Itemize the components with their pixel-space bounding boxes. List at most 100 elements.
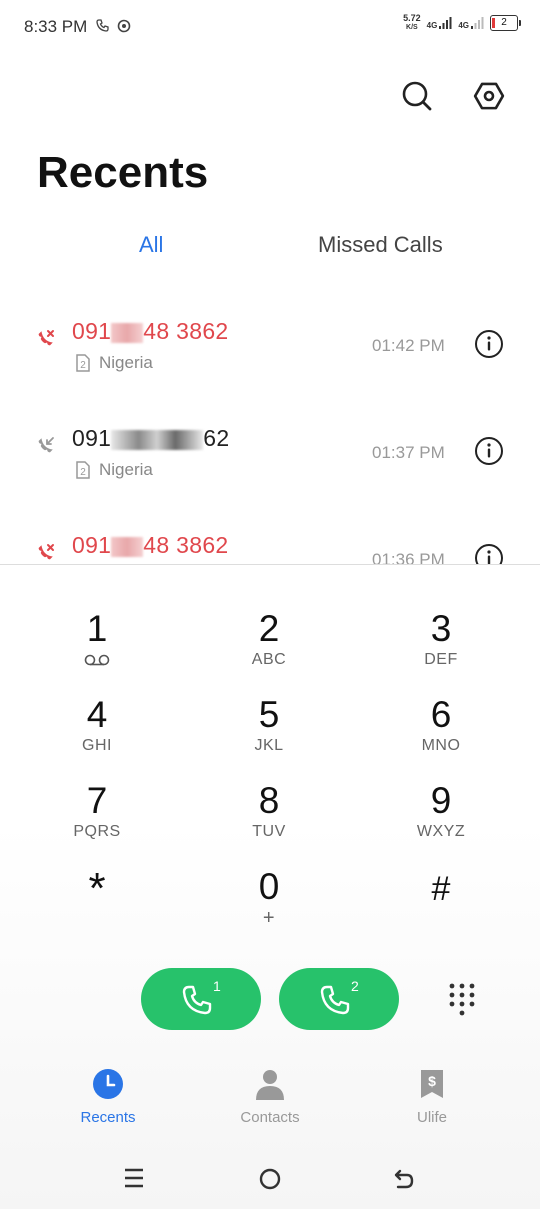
sim1-signal: 4G xyxy=(427,16,453,30)
call-number: 091 48 3862 xyxy=(72,318,229,345)
call-number-prefix: 091 xyxy=(72,532,112,558)
key-letters: PQRS xyxy=(73,823,121,840)
tab-all[interactable]: All xyxy=(139,232,163,258)
key-1[interactable]: 1 xyxy=(27,609,167,689)
net-speed-unit: K/S xyxy=(406,24,418,31)
nav-recents[interactable]: Recents xyxy=(48,1068,168,1126)
call-location: Nigeria xyxy=(99,460,153,479)
call-list-item[interactable]: 091 48 3862 01:36 PM xyxy=(0,516,540,564)
sim2-network: 4G xyxy=(458,21,469,30)
nav-label: Recents xyxy=(80,1109,136,1126)
key-digit: 9 xyxy=(430,780,452,821)
redacted-blur xyxy=(111,536,144,557)
net-speed: 5.72 K/S xyxy=(403,14,421,32)
redacted-blur xyxy=(111,322,144,343)
key-8[interactable]: 8 TUV xyxy=(199,781,339,861)
key-3[interactable]: 3 DEF xyxy=(371,609,511,689)
nav-contacts[interactable]: Contacts xyxy=(210,1068,330,1126)
key-hash[interactable]: # xyxy=(371,869,511,949)
key-letters: + xyxy=(262,907,276,929)
nav-ulife[interactable]: $ Ulife xyxy=(372,1068,492,1126)
key-letters: ABC xyxy=(251,651,287,668)
signal-icon xyxy=(439,17,452,29)
sim-card-icon: 2 xyxy=(76,354,90,372)
status-bar: 8:33 PM 5.72 K/S 4G 4G 2 xyxy=(0,0,540,56)
redacted-blur xyxy=(111,429,204,450)
chat-icon xyxy=(117,19,131,33)
tab-missed-calls[interactable]: Missed Calls xyxy=(318,232,443,258)
dialpad-toggle-icon[interactable] xyxy=(446,982,478,1018)
key-digit: * xyxy=(88,864,106,913)
home-icon[interactable] xyxy=(258,1167,282,1191)
key-2[interactable]: 2 ABC xyxy=(199,609,339,689)
call-number-prefix: 091 xyxy=(72,425,112,451)
key-digit: 3 xyxy=(430,608,452,649)
sim1-network: 4G xyxy=(426,21,438,30)
clock-icon xyxy=(93,1069,123,1099)
key-digit: 5 xyxy=(258,694,280,735)
key-letters: WXYZ xyxy=(416,823,466,840)
call-sim2-button[interactable]: 2 xyxy=(279,968,399,1030)
person-icon xyxy=(256,1070,284,1100)
info-icon[interactable] xyxy=(474,329,504,359)
key-digit: # xyxy=(431,870,451,908)
key-digit: 8 xyxy=(258,780,280,821)
key-6[interactable]: 6 MNO xyxy=(371,695,511,775)
key-star[interactable]: * xyxy=(27,864,167,949)
key-0[interactable]: 0 + xyxy=(199,867,339,947)
phone-icon xyxy=(182,985,212,1015)
call-time: 01:37 PM xyxy=(372,443,445,462)
key-digit: 1 xyxy=(86,608,108,649)
key-digit: 6 xyxy=(430,694,452,735)
nav-label: Contacts xyxy=(240,1109,300,1126)
voicemail-icon xyxy=(84,654,110,666)
key-letters: TUV xyxy=(252,823,286,840)
phone-icon xyxy=(320,985,350,1015)
net-speed-value: 5.72 xyxy=(403,13,421,23)
info-icon[interactable] xyxy=(474,543,504,564)
sim-number-label: 2 xyxy=(351,978,359,994)
key-digit: 0 xyxy=(258,866,280,907)
status-left-icons xyxy=(96,19,132,33)
key-digit: 4 xyxy=(86,694,108,735)
call-time: 01:42 PM xyxy=(372,336,445,355)
call-number-suffix: 48 3862 xyxy=(143,318,229,344)
info-icon[interactable] xyxy=(474,436,504,466)
call-number-suffix: 48 3862 xyxy=(143,532,229,558)
call-location: Nigeria xyxy=(99,353,153,372)
incoming-call-icon xyxy=(38,437,54,453)
call-sim1-button[interactable]: 1 xyxy=(141,968,261,1030)
sim2-signal: 4G xyxy=(458,16,484,30)
key-digit: 7 xyxy=(86,780,108,821)
status-right: 5.72 K/S 4G 4G 2 xyxy=(403,14,521,32)
search-icon xyxy=(402,81,432,111)
key-digit: 2 xyxy=(258,608,280,649)
sim-number-label: 1 xyxy=(213,978,221,994)
signal-icon xyxy=(471,17,484,29)
missed-call-icon xyxy=(38,330,54,346)
settings-button[interactable] xyxy=(469,76,509,116)
svg-text:2: 2 xyxy=(80,467,86,478)
ulife-icon: $ xyxy=(421,1070,443,1098)
call-number-prefix: 091 xyxy=(72,318,112,344)
call-time: 01:36 PM xyxy=(372,550,445,564)
call-number: 091 48 3862 xyxy=(72,532,229,559)
battery-icon: 2 xyxy=(490,15,521,31)
wifi-calling-icon xyxy=(96,19,109,32)
nav-label: Ulife xyxy=(416,1109,447,1126)
back-icon[interactable] xyxy=(392,1167,416,1191)
call-number-suffix: 62 xyxy=(203,425,230,451)
key-5[interactable]: 5 JKL xyxy=(199,695,339,775)
search-button[interactable] xyxy=(397,76,437,116)
key-7[interactable]: 7 PQRS xyxy=(27,781,167,861)
menu-icon[interactable] xyxy=(122,1166,146,1190)
page-title: Recents xyxy=(37,148,209,197)
key-4[interactable]: 4 GHI xyxy=(27,695,167,775)
call-list-item[interactable]: 091 62 2 Nigeria 01:37 PM xyxy=(0,409,540,509)
key-letters: DEF xyxy=(424,651,458,668)
sim-card-icon: 2 xyxy=(76,461,90,479)
call-list-item[interactable]: 091 48 3862 2 Nigeria 01:42 PM xyxy=(0,302,540,402)
gear-icon xyxy=(473,82,505,110)
key-letters: JKL xyxy=(254,737,284,754)
key-9[interactable]: 9 WXYZ xyxy=(371,781,511,861)
